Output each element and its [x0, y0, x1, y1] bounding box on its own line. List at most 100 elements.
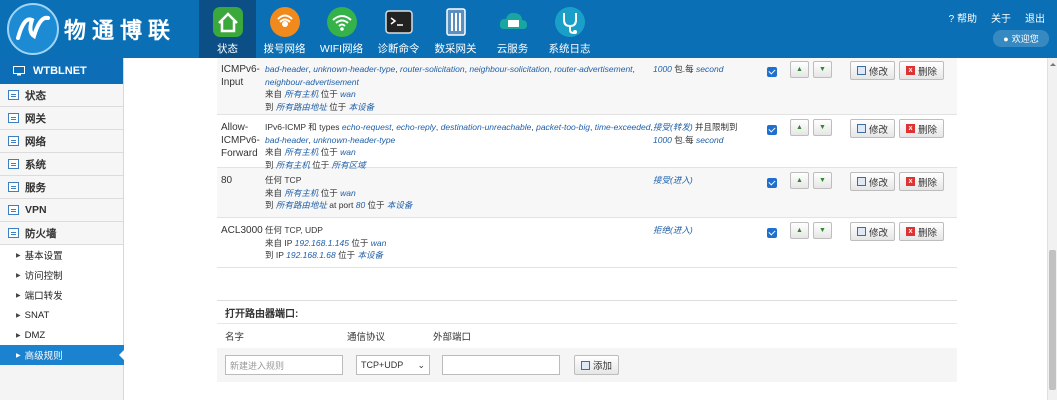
delete-icon: x — [906, 66, 916, 75]
sidebar-item-label: 服务 — [25, 181, 46, 194]
delete-label: 删除 — [918, 124, 938, 136]
menu-icon — [8, 182, 19, 192]
open-port-form: 新建进入规则 TCP+UDP ⌄ 添加 — [217, 348, 957, 382]
logout-link[interactable]: 退出 — [1025, 10, 1045, 25]
checkbox-checked-icon — [767, 228, 777, 238]
edit-button[interactable]: 修改 — [850, 119, 896, 138]
rule-name-line: Input — [221, 77, 244, 88]
protocol-select[interactable]: TCP+UDP ⌄ — [356, 355, 430, 375]
sidebar-subitem[interactable]: ▶ 端口转发 — [0, 285, 123, 305]
sidebar-subitem-label: 基本设置 — [24, 251, 63, 262]
sidebar-subitem[interactable]: ▶ SNAT — [0, 305, 123, 325]
about-link[interactable]: 关于 — [991, 10, 1011, 25]
nav-label: 诊断命令 — [377, 43, 420, 55]
nav-syslog[interactable]: 系统日志 — [541, 0, 598, 58]
move-down-button[interactable]: ▼ — [813, 119, 832, 136]
nav-label: 状态 — [217, 43, 238, 55]
nav-dialup[interactable]: 拨号网络 — [256, 0, 313, 58]
main-nav: 状态 拨号网络 WIFI网络 诊断命令 数采网关 云服务 系统日志 — [199, 0, 598, 58]
menu-icon — [8, 90, 19, 100]
col-name-header: 名字 — [225, 332, 245, 343]
nav-diagnostics[interactable]: 诊断命令 — [370, 0, 427, 58]
page-scrollbar[interactable] — [1047, 58, 1057, 400]
add-icon — [581, 360, 590, 370]
rule-enabled-checkbox[interactable] — [767, 115, 789, 167]
sidebar-item[interactable]: 服务 — [0, 176, 123, 199]
nav-gateway[interactable]: 数采网关 — [427, 0, 484, 58]
caret-right-icon: ▶ — [16, 272, 21, 279]
edit-button[interactable]: 修改 — [850, 172, 896, 191]
caret-right-icon: ▶ — [16, 292, 21, 299]
welcome-badge[interactable]: ● 欢迎您 — [993, 30, 1049, 47]
sidebar-item-label: 系统 — [25, 158, 46, 171]
sidebar-subitem-label: SNAT — [24, 309, 50, 321]
move-up-button[interactable]: ▲ — [790, 222, 809, 239]
caret-right-icon: ▶ — [16, 332, 21, 339]
rule-enabled-checkbox[interactable] — [767, 168, 789, 217]
external-port-input[interactable] — [442, 355, 560, 375]
nav-status[interactable]: 状态 — [199, 0, 256, 58]
nav-cloud[interactable]: 云服务 — [484, 0, 541, 58]
add-label: 添加 — [593, 361, 613, 372]
rule-name-line: Allow- — [221, 122, 249, 133]
sidebar-item[interactable]: VPN — [0, 199, 123, 222]
nav-label: 系统日志 — [548, 43, 591, 55]
sidebar-subitem[interactable]: ▶ 访问控制 — [0, 265, 123, 285]
rule-name-input[interactable]: 新建进入规则 — [225, 355, 343, 375]
edit-label: 修改 — [869, 227, 889, 239]
user-icon: ● — [1003, 33, 1009, 44]
protocol-value: TCP+UDP — [361, 360, 404, 370]
arrow-down-icon: ▼ — [819, 227, 826, 234]
menu-icon — [8, 205, 19, 215]
move-down-button[interactable]: ▼ — [813, 61, 832, 78]
rule-action: 1000 包.每 second — [653, 64, 724, 74]
rule-name-line: ICMPv6- — [221, 135, 260, 146]
caret-right-icon: ▶ — [16, 312, 21, 319]
sidebar-subitem-label: DMZ — [24, 329, 46, 341]
delete-button[interactable]: x 删除 — [899, 172, 945, 191]
delete-button[interactable]: x 删除 — [899, 61, 945, 80]
rule-enabled-checkbox[interactable] — [767, 58, 789, 114]
sidebar-item[interactable]: 网关 — [0, 107, 123, 130]
rule-action: 接受(进入) — [653, 175, 693, 185]
move-up-button[interactable]: ▲ — [790, 172, 809, 189]
scroll-up-icon[interactable] — [1050, 60, 1056, 66]
sidebar-subitem[interactable]: ▶ DMZ — [0, 325, 123, 345]
delete-icon: x — [906, 227, 916, 236]
sidebar-subitem-label: 端口转发 — [24, 291, 63, 302]
sidebar-item[interactable]: 防火墙 — [0, 222, 123, 245]
help-link[interactable]: ? 帮助 — [949, 10, 977, 25]
main-content: ICMPv6- Input bad-header, unknown-header-t… — [124, 58, 1047, 400]
sidebar-item[interactable]: 网络 — [0, 130, 123, 153]
delete-button[interactable]: x 删除 — [899, 119, 945, 138]
arrow-up-icon: ▲ — [796, 124, 803, 131]
arrow-down-icon: ▼ — [819, 66, 826, 73]
move-down-button[interactable]: ▼ — [813, 172, 832, 189]
scrollbar-thumb[interactable] — [1049, 250, 1056, 390]
header-links: ? 帮助 关于 退出 — [949, 10, 1045, 25]
edit-button[interactable]: 修改 — [850, 61, 896, 80]
terminal-icon — [384, 10, 413, 34]
nav-label: WIFI网络 — [319, 43, 364, 55]
open-port-section: 打开路由器端口: 名字 通信协议 外部端口 新建进入规则 TCP+UDP ⌄ 添… — [217, 300, 957, 382]
move-down-button[interactable]: ▼ — [813, 222, 832, 239]
nav-wifi[interactable]: WIFI网络 — [313, 0, 370, 58]
sidebar-subitem[interactable]: ▶ 高级规则 — [0, 345, 125, 365]
move-up-button[interactable]: ▲ — [790, 119, 809, 136]
sidebar-subitem[interactable]: ▶ 基本设置 — [0, 245, 123, 265]
move-up-button[interactable]: ▲ — [790, 61, 809, 78]
arrow-up-icon: ▲ — [796, 66, 803, 73]
edit-button[interactable]: 修改 — [850, 222, 896, 241]
add-button[interactable]: 添加 — [574, 355, 620, 375]
rule-name-line: ICMPv6- — [221, 64, 260, 75]
delete-button[interactable]: x 删除 — [899, 222, 945, 241]
sidebar-subitem-label: 访问控制 — [24, 271, 63, 282]
rule-row: ICMPv6- Input bad-header, unknown-header-t… — [217, 58, 957, 115]
sidebar-item[interactable]: 状态 — [0, 84, 123, 107]
rule-enabled-checkbox[interactable] — [767, 218, 789, 267]
menu-icon — [8, 159, 19, 169]
edit-icon — [857, 177, 866, 186]
rule-row: Allow- ICMPv6- Forward IPv6-ICMP 和 types ec… — [217, 115, 957, 170]
sidebar-item[interactable]: 系统 — [0, 153, 123, 176]
rule-row: ACL3000 任何 TCP, UDP 来自 IP 192.168.1.145 位于… — [217, 218, 957, 268]
